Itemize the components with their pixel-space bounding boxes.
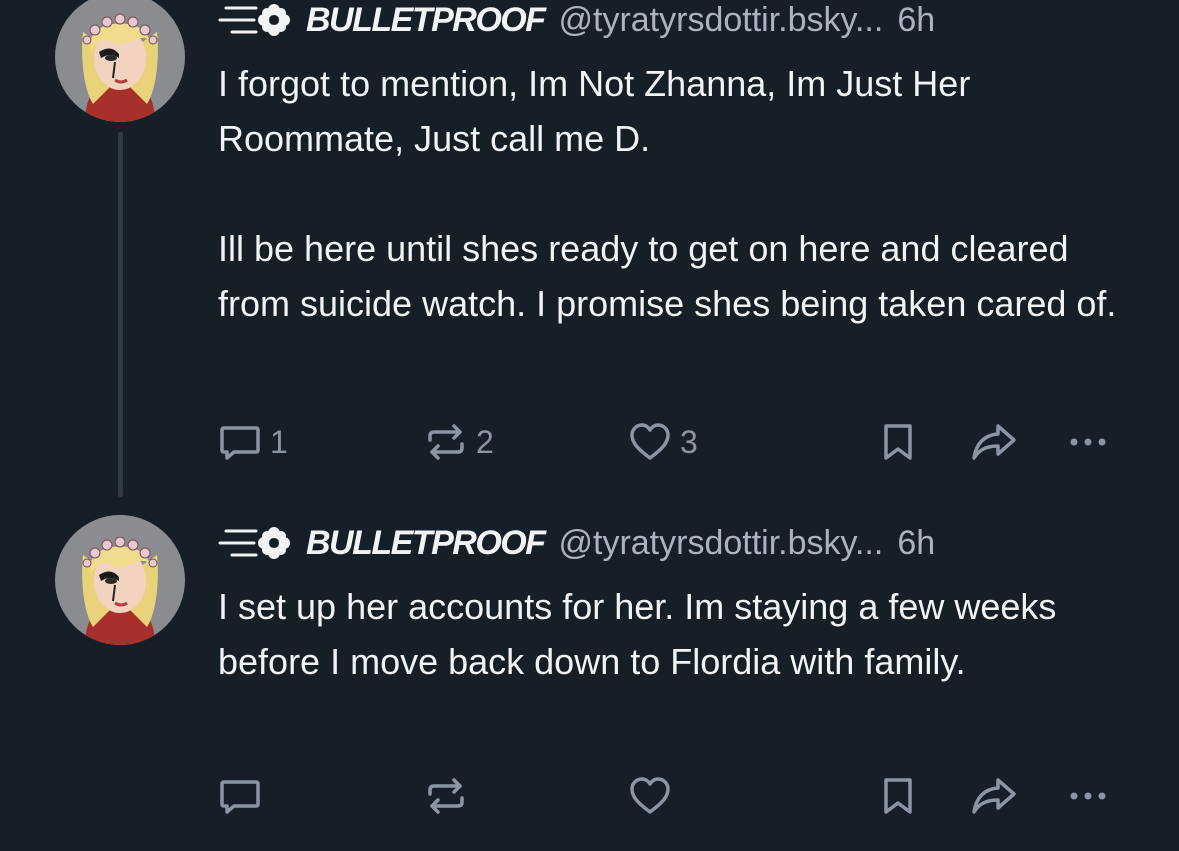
share-icon [972, 424, 1016, 460]
post-timestamp[interactable]: 6h [897, 524, 935, 563]
like-count: 3 [680, 423, 698, 460]
avatar[interactable] [55, 0, 185, 122]
post-timestamp[interactable]: 6h [897, 1, 935, 40]
bookmark-icon [884, 424, 912, 460]
avatar[interactable] [55, 515, 185, 645]
reply-icon [220, 780, 260, 814]
post-paragraph: I forgot to mention, Im Not Zhanna, Im J… [218, 63, 971, 159]
post-header: BULLETPROOF @tyratyrsdottir.bsky... 6h [218, 0, 935, 42]
repost-button[interactable] [424, 773, 468, 819]
more-icon [1070, 792, 1106, 800]
speeding-flower-emoji [218, 523, 296, 563]
author-display-name[interactable]: BULLETPROOF [306, 1, 546, 40]
like-icon [630, 777, 670, 814]
reply-button[interactable]: 1 [218, 419, 288, 465]
share-icon [972, 778, 1016, 814]
repost-button[interactable]: 2 [424, 419, 494, 465]
author-handle[interactable]: @tyratyrsdottir.bsky... [558, 1, 883, 40]
repost-icon [428, 424, 464, 460]
like-button[interactable]: 3 [628, 419, 698, 465]
post-body: I set up her accounts for her. Im stayin… [218, 579, 1148, 689]
flower-crown-avatar-image [55, 515, 185, 645]
post-header: BULLETPROOF @tyratyrsdottir.bsky... 6h [218, 521, 935, 565]
reply-icon [220, 426, 260, 460]
share-button[interactable] [970, 773, 1018, 819]
thread-post[interactable]: BULLETPROOF @tyratyrsdottir.bsky... 6h I… [0, 0, 1179, 500]
like-button[interactable] [628, 773, 672, 819]
repost-count: 2 [476, 423, 494, 460]
reply-count: 1 [270, 423, 288, 460]
thread-post[interactable]: BULLETPROOF @tyratyrsdottir.bsky... 6h I… [0, 505, 1179, 851]
post-paragraph: I set up her accounts for her. Im stayin… [218, 586, 1057, 682]
like-icon [630, 423, 670, 460]
author-display-name[interactable]: BULLETPROOF [306, 524, 546, 563]
more-options-button[interactable] [1066, 773, 1110, 819]
bookmark-button[interactable] [876, 419, 920, 465]
post-actions: 1 2 3 [218, 419, 1148, 465]
more-options-button[interactable] [1066, 419, 1110, 465]
speeding-flower-emoji [218, 0, 296, 40]
more-icon [1070, 438, 1106, 446]
post-paragraph: Ill be here until shes ready to get on h… [218, 228, 1117, 324]
reply-button[interactable] [218, 773, 262, 819]
flower-crown-avatar-image [55, 0, 185, 122]
repost-icon [428, 778, 464, 814]
post-actions [218, 773, 1148, 819]
bookmark-icon [884, 778, 912, 814]
post-body: I forgot to mention, Im Not Zhanna, Im J… [218, 56, 1148, 331]
bookmark-button[interactable] [876, 773, 920, 819]
share-button[interactable] [970, 419, 1018, 465]
author-handle[interactable]: @tyratyrsdottir.bsky... [558, 524, 883, 563]
thread-connector-line [118, 132, 123, 497]
